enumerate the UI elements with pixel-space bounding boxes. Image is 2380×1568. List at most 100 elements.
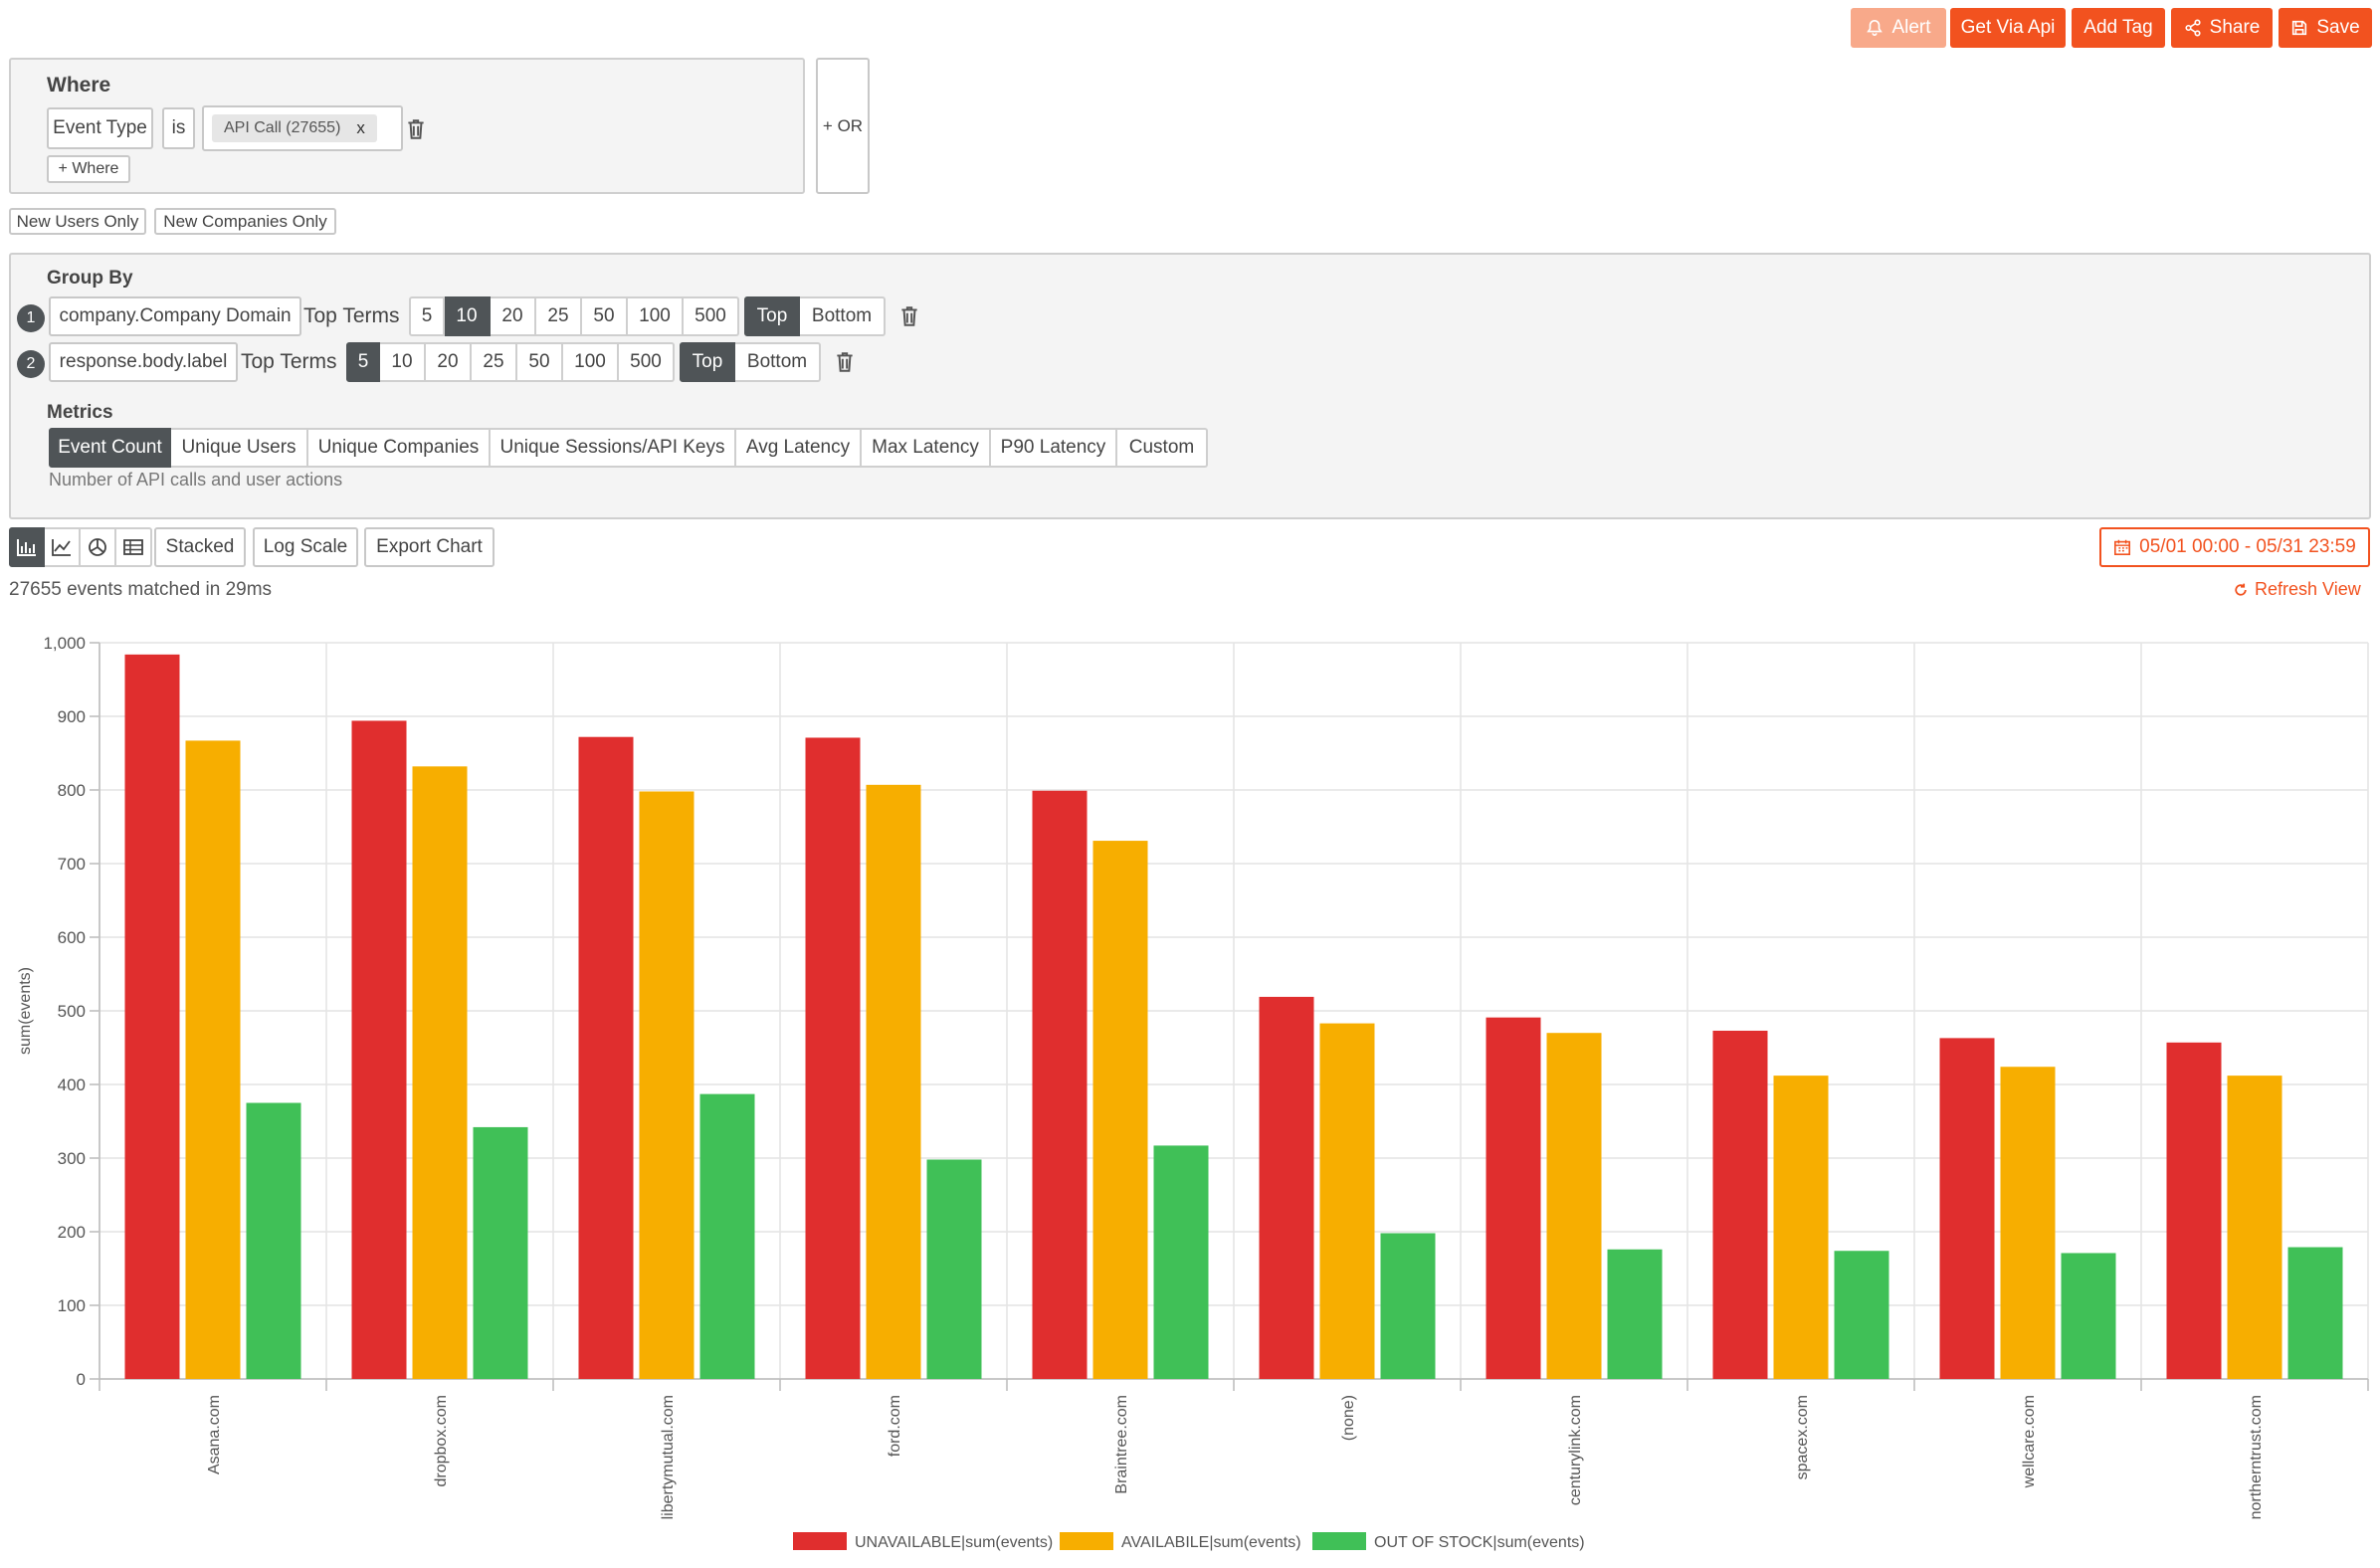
metric-custom[interactable]: Custom (1117, 428, 1208, 468)
bar (1153, 1145, 1209, 1379)
legend-label: OUT OF STOCK|sum(events) (1374, 1534, 1585, 1551)
group-by-panel: Group By 1 company.Company Domain Top Te… (9, 253, 2371, 519)
group-row-2-terms: 5 10 20 25 50 100 500 (346, 342, 675, 382)
bar (473, 1126, 528, 1379)
group-row-1-field[interactable]: company.Company Domain (49, 296, 301, 336)
refresh-view-link[interactable]: Refresh View (2233, 579, 2361, 600)
export-chart-button[interactable]: Export Chart (364, 527, 495, 567)
bar (2061, 1253, 2116, 1379)
trash-icon[interactable] (898, 304, 920, 328)
order-top[interactable]: Top (744, 296, 800, 336)
group-row-2-field[interactable]: response.body.label (49, 342, 238, 382)
order-top[interactable]: Top (680, 342, 735, 382)
legend-swatch (793, 1532, 847, 1550)
term-25[interactable]: 25 (472, 342, 517, 382)
bar (1712, 1030, 1768, 1379)
term-10[interactable]: 10 (380, 342, 426, 382)
term-25[interactable]: 25 (536, 296, 582, 336)
bar (1607, 1249, 1663, 1379)
y-tick-label: 700 (58, 855, 86, 874)
bar (1319, 1023, 1375, 1379)
term-50[interactable]: 50 (582, 296, 628, 336)
or-label: + OR (822, 115, 864, 135)
term-10[interactable]: 10 (445, 296, 491, 336)
order-bottom[interactable]: Bottom (735, 342, 821, 382)
where-panel: Where Event Type is API Call (27655) x +… (9, 58, 805, 194)
bar (124, 654, 180, 1379)
legend-label: UNAVAILABLE|sum(events) (855, 1534, 1053, 1551)
calendar-icon (2114, 539, 2131, 556)
bar (1834, 1251, 1889, 1379)
stacked-toggle[interactable]: Stacked (154, 527, 246, 567)
term-500[interactable]: 500 (619, 342, 675, 382)
y-tick-label: 300 (58, 1149, 86, 1168)
pie-chart-icon[interactable] (81, 527, 116, 567)
add-where-button[interactable]: + Where (47, 155, 130, 183)
new-users-only-toggle[interactable]: New Users Only (9, 208, 146, 235)
term-100[interactable]: 100 (628, 296, 684, 336)
new-companies-only-label: New Companies Only (163, 211, 327, 231)
metric-event-count[interactable]: Event Count (49, 428, 171, 468)
metric-unique-users[interactable]: Unique Users (171, 428, 308, 468)
bell-icon (1867, 19, 1884, 36)
add-tag-button[interactable]: Add Tag (2072, 8, 2165, 48)
bar (351, 720, 407, 1379)
y-tick-label: 600 (58, 928, 86, 947)
value-select[interactable]: API Call (27655) x (202, 105, 403, 151)
save-button[interactable]: Save (2279, 8, 2372, 48)
metric-unique-companies[interactable]: Unique Companies (308, 428, 491, 468)
share-button[interactable]: Share (2171, 8, 2273, 48)
legend-swatch (1312, 1532, 1366, 1550)
group-row-1-field-label: company.Company Domain (59, 305, 292, 326)
bar (926, 1159, 982, 1379)
group-row-2-order: Top Bottom (680, 342, 821, 382)
term-5[interactable]: 5 (346, 342, 380, 382)
bar (639, 791, 694, 1379)
bar (1486, 1017, 1541, 1379)
x-tick-label: spacex.com (1794, 1395, 1811, 1479)
operator-select[interactable]: is (162, 107, 195, 149)
term-5[interactable]: 5 (409, 296, 445, 336)
term-500[interactable]: 500 (684, 296, 739, 336)
event-type-field[interactable]: Event Type (47, 107, 153, 149)
metric-description: Number of API calls and user actions (49, 470, 343, 490)
group-row-1-terms: 5 10 20 25 50 100 500 (409, 296, 739, 336)
new-companies-only-toggle[interactable]: New Companies Only (154, 208, 336, 235)
trash-icon[interactable] (405, 117, 427, 141)
y-tick-label: 1,000 (43, 634, 86, 653)
get-via-api-button[interactable]: Get Via Api (1950, 8, 2066, 48)
metric-avg-latency[interactable]: Avg Latency (736, 428, 862, 468)
term-100[interactable]: 100 (563, 342, 619, 382)
save-label: Save (2316, 17, 2360, 38)
y-tick-label: 900 (58, 707, 86, 726)
bar (866, 784, 921, 1379)
x-tick-label: ford.com (887, 1395, 903, 1457)
term-20[interactable]: 20 (426, 342, 472, 382)
date-range-label: 05/01 00:00 - 05/31 23:59 (2139, 536, 2356, 557)
x-tick-label: wellcare.com (2021, 1395, 2038, 1488)
date-range-picker[interactable]: 05/01 00:00 - 05/31 23:59 (2099, 527, 2370, 567)
or-button[interactable]: + OR (816, 58, 870, 194)
y-tick-label: 800 (58, 781, 86, 800)
term-50[interactable]: 50 (517, 342, 563, 382)
metric-max-latency[interactable]: Max Latency (862, 428, 991, 468)
bar (1092, 841, 1148, 1379)
order-bottom[interactable]: Bottom (800, 296, 886, 336)
bar (412, 766, 468, 1379)
log-scale-toggle[interactable]: Log Scale (253, 527, 358, 567)
chip-remove-icon[interactable]: x (356, 118, 365, 138)
export-chart-label: Export Chart (376, 536, 483, 557)
metric-p90-latency[interactable]: P90 Latency (991, 428, 1117, 468)
alert-button[interactable]: Alert (1851, 8, 1946, 48)
stacked-label: Stacked (165, 536, 235, 557)
y-tick-label: 0 (77, 1370, 86, 1389)
bar-chart-icon[interactable] (9, 527, 45, 567)
term-20[interactable]: 20 (491, 296, 536, 336)
table-icon[interactable] (116, 527, 152, 567)
line-chart-icon[interactable] (45, 527, 81, 567)
log-scale-label: Log Scale (263, 536, 348, 557)
metric-unique-sessions[interactable]: Unique Sessions/API Keys (491, 428, 736, 468)
bar (578, 736, 634, 1379)
trash-icon[interactable] (834, 350, 856, 374)
legend-label: AVAILABILE|sum(events) (1121, 1534, 1301, 1551)
